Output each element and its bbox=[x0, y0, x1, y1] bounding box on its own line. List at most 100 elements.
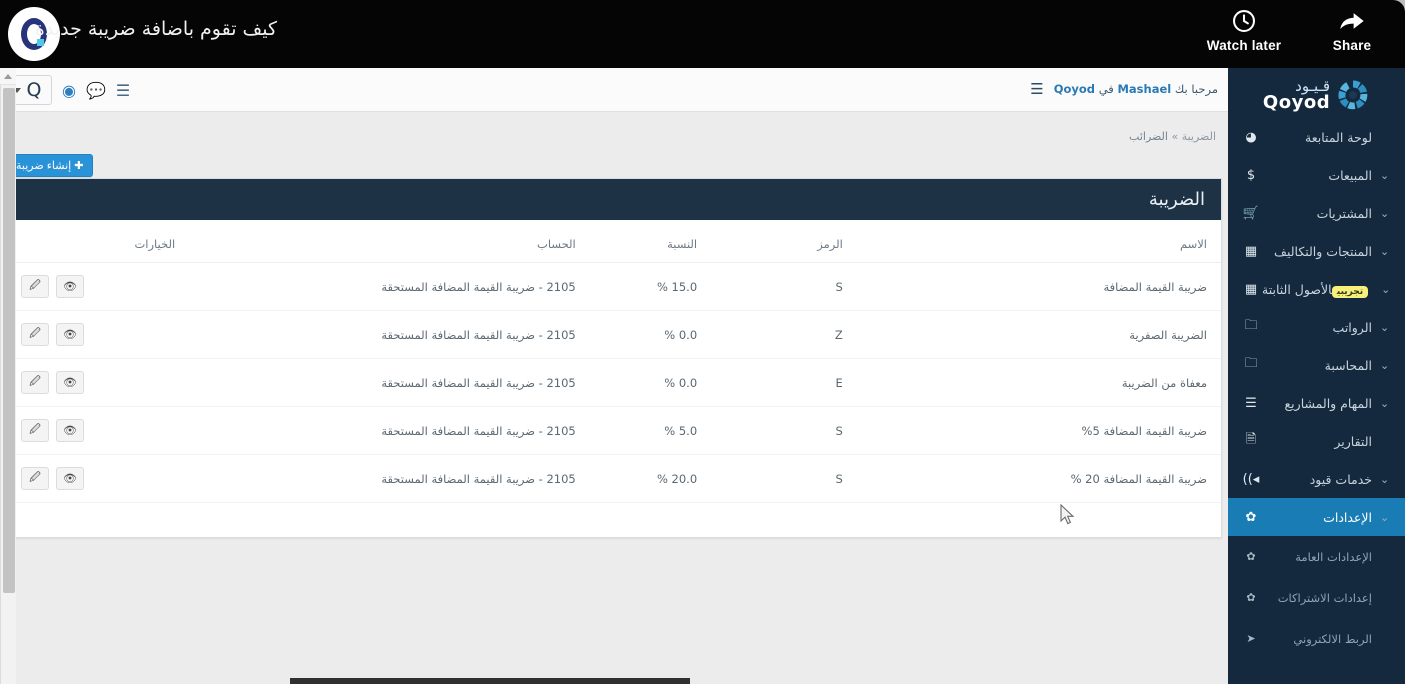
list-icon[interactable]: ☰ bbox=[116, 81, 130, 100]
breadcrumb: الضريبة » الضرائب bbox=[1129, 130, 1216, 143]
sidebar-item-gear-icon[interactable]: ⌄ الإعدادات ✿ bbox=[1228, 498, 1405, 536]
edit-button[interactable]: 🖉 bbox=[21, 419, 49, 442]
breadcrumb-separator: » bbox=[1171, 130, 1179, 143]
pencil-square-icon: 🖉 bbox=[29, 328, 41, 340]
video-title: كيف تقوم باضافة ضريبة جديدة bbox=[34, 18, 277, 40]
sidebar-item-dollar-icon[interactable]: ⌄ المبيعات $ bbox=[1228, 156, 1405, 194]
cell-name: ضريبة القيمة المضافة bbox=[856, 262, 1221, 311]
view-button[interactable]: 👁 bbox=[56, 275, 84, 298]
sidebar-item-label: تجريبيالأصول الثابتة bbox=[1262, 282, 1381, 298]
cell-rate: 0.0 % bbox=[589, 310, 712, 359]
cell-account: 2105 - ضريبة القيمة المضافة المستحقة bbox=[189, 406, 590, 455]
edit-button[interactable]: 🖉 bbox=[21, 467, 49, 490]
view-button[interactable]: 👁 bbox=[56, 371, 84, 394]
create-tax-button[interactable]: ✚ إنشاء ضريبة bbox=[6, 154, 94, 177]
eye-icon: 👁 bbox=[63, 377, 77, 389]
column-header-name[interactable]: الاسم bbox=[856, 220, 1221, 263]
content-scrollbar[interactable] bbox=[0, 68, 16, 684]
gear-icon: ✿ bbox=[1246, 550, 1256, 563]
column-header-code[interactable]: الرمز bbox=[711, 220, 857, 263]
view-button[interactable]: 👁 bbox=[56, 467, 84, 490]
view-button[interactable]: 👁 bbox=[56, 323, 84, 346]
cell-code: E bbox=[711, 358, 857, 407]
sidebar-item-folder-icon[interactable]: ⌄ المحاسبة 🗀 bbox=[1228, 346, 1405, 384]
sidebar-bottom-filler bbox=[1228, 662, 1405, 684]
folder-icon: 🗀 bbox=[1244, 318, 1258, 333]
cell-code: Z bbox=[711, 310, 857, 359]
column-header-options: الخيارات bbox=[7, 220, 190, 263]
sidebar-item-cart-icon[interactable]: ⌄ المشتريات 🛒 bbox=[1228, 194, 1405, 232]
sidebar-item-label: المهام والمشاريع bbox=[1284, 395, 1372, 411]
sidebar-item-sub-gear-icon[interactable]: إعدادات الاشتراكات ✿ bbox=[1228, 577, 1405, 618]
qoyod-q-icon: Q bbox=[26, 79, 42, 101]
dashboard-icon: ◕ bbox=[1245, 129, 1257, 145]
chevron-down-icon: ⌄ bbox=[1381, 282, 1391, 296]
breadcrumb-parent-link[interactable]: الضرائب bbox=[1129, 130, 1168, 143]
table-row: الضريبة الصفرية Z 0.0 % 2105 - ضريبة القيمة… bbox=[7, 310, 1221, 359]
share-button[interactable]: Share bbox=[1307, 6, 1397, 53]
sidebar-item-grid-icon[interactable]: ⌄ تجريبيالأصول الثابتة ▦ bbox=[1228, 270, 1405, 308]
edit-button[interactable]: 🖉 bbox=[21, 371, 49, 394]
user-name[interactable]: Mashael bbox=[1117, 82, 1171, 96]
column-header-account[interactable]: الحساب bbox=[189, 220, 590, 263]
lifebuoy-icon[interactable]: ◉ bbox=[62, 81, 76, 100]
screen: قـيـود Qoyod لوحة المتابعة ◕ ⌄ المبيعات $ ⌄ ال… bbox=[0, 0, 1405, 684]
sidebar-item-sub-paper-plane-icon[interactable]: الربط الالكتروني ➤ bbox=[1228, 618, 1405, 659]
pencil-square-icon: 🖉 bbox=[29, 472, 41, 484]
chevron-down-icon: ⌄ bbox=[1380, 472, 1390, 486]
cell-code: S bbox=[711, 262, 857, 311]
sidebar-item-grid-icon[interactable]: ⌄ المنتجات والتكاليف ▦ bbox=[1228, 232, 1405, 270]
cell-options: 🖉 👁 bbox=[7, 310, 190, 359]
cell-name: ضريبة القيمة المضافة 20 % bbox=[856, 454, 1221, 503]
brand-english: Qoyod bbox=[1262, 91, 1331, 113]
megaphone-icon: ◂)) bbox=[1242, 471, 1260, 487]
cell-options: 🖉 👁 bbox=[7, 262, 190, 311]
table-row: معفاة من الضريبة E 0.0 % 2105 - ضريبة القيم… bbox=[7, 358, 1221, 407]
chat-icon[interactable]: 💬 bbox=[86, 81, 106, 100]
sidebar-item-folder-icon[interactable]: ⌄ الرواتب 🗀 bbox=[1228, 308, 1405, 346]
video-actions: Watch later Share bbox=[1199, 6, 1397, 53]
sidebar-item-sub-gear-icon[interactable]: الإعدادات العامة ✿ bbox=[1228, 536, 1405, 577]
company-name[interactable]: Qoyod bbox=[1054, 82, 1095, 96]
greeting-mid: في bbox=[1098, 82, 1114, 96]
sidebar-item-label: خدمات قيود bbox=[1309, 471, 1372, 487]
sidebar-item-megaphone-icon[interactable]: ⌄ خدمات قيود ◂)) bbox=[1228, 460, 1405, 498]
sidebar-item-file-icon[interactable]: التقارير 🗎 bbox=[1228, 422, 1405, 460]
chevron-down-icon: ⌄ bbox=[1380, 244, 1390, 258]
column-header-rate[interactable]: النسبة bbox=[589, 220, 712, 263]
greeting-text: مرحبا بك Mashael في Qoyod bbox=[1054, 82, 1218, 96]
view-button[interactable]: 👁 bbox=[56, 419, 84, 442]
folder-icon: 🗀 bbox=[1244, 356, 1258, 371]
sidebar-item-dashboard-icon[interactable]: لوحة المتابعة ◕ bbox=[1228, 118, 1405, 156]
table-row: ضريبة القيمة المضافة 20 % S 20.0 % 2105 - ض… bbox=[7, 454, 1221, 503]
hamburger-icon[interactable]: ☰ bbox=[1030, 80, 1043, 98]
sidebar-nav: لوحة المتابعة ◕ ⌄ المبيعات $ ⌄ المشتريات 🛒 ⌄ المن… bbox=[1228, 118, 1405, 659]
app-header: Q ◉ 💬 ☰ مرحبا بك Mashael في Qoyod ☰ bbox=[0, 68, 1228, 112]
sidebar-item-label: الإعدادات العامة bbox=[1295, 549, 1372, 564]
watch-later-button[interactable]: Watch later bbox=[1199, 6, 1289, 53]
video-overlay-topbar: كيف تقوم باضافة ضريبة جديدة Watch later bbox=[0, 0, 1405, 68]
plus-icon: ✚ bbox=[74, 160, 84, 172]
qoyod-app-window: قـيـود Qoyod لوحة المتابعة ◕ ⌄ المبيعات $ ⌄ ال… bbox=[0, 68, 1405, 684]
table-row: ضريبة القيمة المضافة 5% S 5.0 % 2105 - ضريب… bbox=[7, 406, 1221, 455]
scroll-up-arrow-icon[interactable] bbox=[0, 68, 16, 85]
sidebar-item-label: المحاسبة bbox=[1324, 357, 1372, 373]
grid-icon: ▦ bbox=[1244, 243, 1258, 259]
table-row: ضريبة القيمة المضافة S 15.0 % 2105 - ضريبة … bbox=[7, 262, 1221, 311]
sidebar-item-label: الإعدادات bbox=[1323, 509, 1372, 525]
edit-button[interactable]: 🖉 bbox=[21, 323, 49, 346]
cell-code: S bbox=[711, 406, 857, 455]
sidebar-item-label: لوحة المتابعة bbox=[1305, 129, 1372, 145]
row-action-buttons: 🖉 👁 bbox=[21, 275, 175, 298]
header-user-area: مرحبا بك Mashael في Qoyod ☰ bbox=[1030, 80, 1218, 98]
share-label: Share bbox=[1332, 38, 1372, 53]
pencil-square-icon: 🖉 bbox=[29, 376, 41, 388]
table-header-row: الاسم الرمز النسبة الحساب الخيارات bbox=[7, 220, 1221, 263]
tax-table-body: ضريبة القيمة المضافة S 15.0 % 2105 - ضريبة … bbox=[7, 262, 1221, 503]
edit-button[interactable]: 🖉 bbox=[21, 275, 49, 298]
video-scrub-bar[interactable] bbox=[290, 678, 690, 684]
scrollbar-thumb[interactable] bbox=[3, 88, 15, 593]
sidebar-item-list-icon[interactable]: ⌄ المهام والمشاريع ☰ bbox=[1228, 384, 1405, 422]
brand-logo[interactable]: قـيـود Qoyod bbox=[1228, 68, 1405, 118]
sidebar-item-label: إعدادات الاشتراكات bbox=[1277, 590, 1372, 605]
